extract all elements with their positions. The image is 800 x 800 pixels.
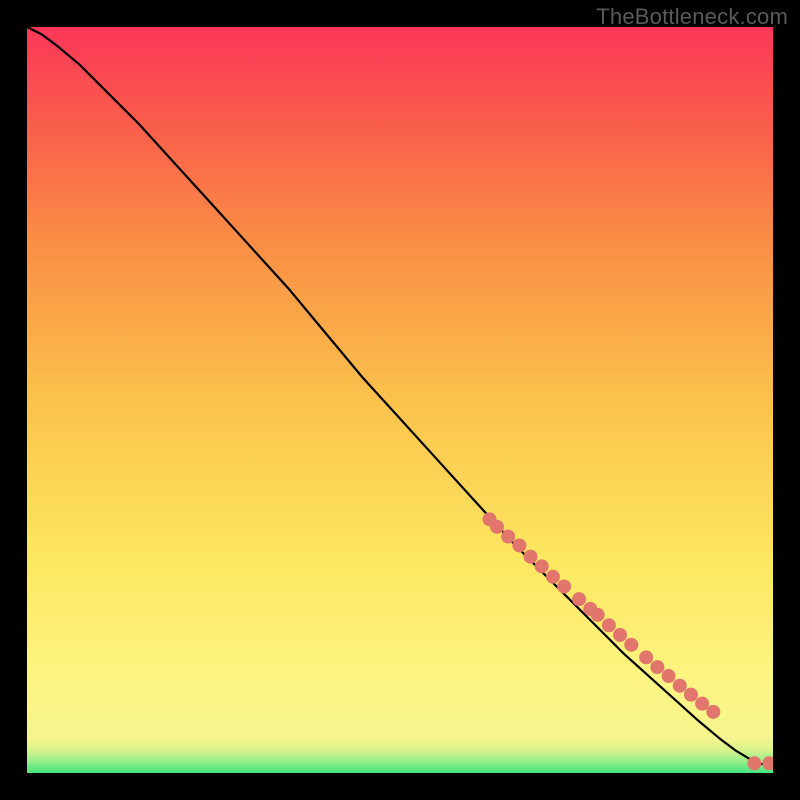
data-point [613, 628, 627, 642]
data-point [747, 756, 761, 770]
data-point [572, 592, 586, 606]
data-point [512, 538, 526, 552]
chart-canvas [27, 27, 773, 773]
data-point [490, 520, 504, 534]
plot-background [27, 27, 773, 773]
data-point [546, 570, 560, 584]
data-point [650, 660, 664, 674]
data-point [624, 638, 638, 652]
data-point [602, 618, 616, 632]
data-point [673, 679, 687, 693]
data-point [557, 580, 571, 594]
plot-area [27, 27, 773, 773]
data-point [524, 550, 538, 564]
data-point [684, 688, 698, 702]
data-point [591, 608, 605, 622]
chart-frame: TheBottleneck.com [0, 0, 800, 800]
data-point [695, 697, 709, 711]
data-point [535, 559, 549, 573]
data-point [706, 705, 720, 719]
data-point [662, 669, 676, 683]
watermark-text: TheBottleneck.com [596, 4, 788, 30]
data-point [501, 530, 515, 544]
data-point [639, 650, 653, 664]
